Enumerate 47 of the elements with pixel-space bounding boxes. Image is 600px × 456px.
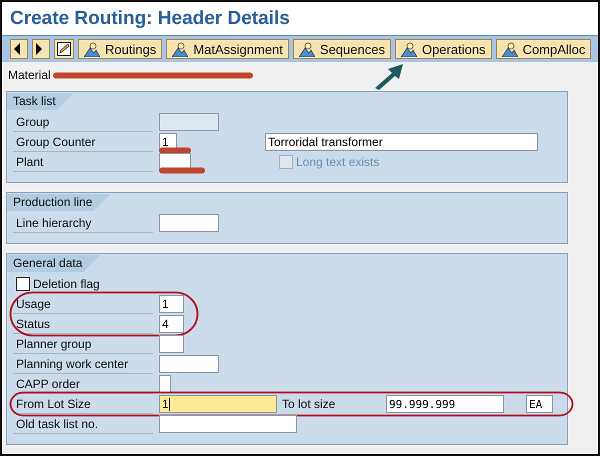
field-label: Group Counter bbox=[13, 132, 153, 152]
section-title: Production line bbox=[7, 194, 110, 211]
text-cursor bbox=[168, 398, 170, 410]
mountain-icon bbox=[502, 42, 518, 56]
forward-button[interactable] bbox=[32, 39, 50, 59]
mountain-icon bbox=[400, 42, 417, 56]
window-title: Create Routing: Header Details bbox=[10, 8, 290, 30]
edit-button[interactable] bbox=[54, 39, 74, 59]
input-field[interactable] bbox=[159, 355, 219, 373]
mountain-icon bbox=[298, 42, 315, 56]
mountain-icon bbox=[172, 42, 188, 56]
field-label: Group bbox=[13, 112, 153, 132]
input-field[interactable]: 99.999.999 bbox=[386, 395, 504, 413]
deletion-flag-checkbox[interactable]: Deletion flag bbox=[13, 277, 100, 291]
field-label: Planning work center bbox=[13, 354, 153, 374]
field-label: Old task list no. bbox=[13, 414, 153, 434]
field-label: From Lot Size bbox=[13, 394, 153, 414]
field-label: Material bbox=[8, 68, 51, 82]
section-title: Task list bbox=[7, 93, 74, 110]
input-field[interactable]: Torroridal transformer bbox=[265, 133, 538, 151]
left-arrow-icon bbox=[13, 43, 21, 55]
field-label: CAPP order bbox=[13, 374, 153, 394]
mountain-icon bbox=[84, 42, 100, 56]
toolbar-button[interactable]: CompAlloc bbox=[496, 39, 592, 59]
input-field[interactable] bbox=[159, 375, 171, 393]
input-field[interactable]: 1 bbox=[159, 395, 277, 413]
back-button[interactable] bbox=[10, 39, 28, 59]
input-field[interactable]: 4 bbox=[159, 315, 184, 333]
toolbar-button[interactable]: Routings bbox=[78, 39, 162, 59]
input-field[interactable] bbox=[159, 214, 219, 232]
input-field[interactable]: 1 bbox=[159, 295, 184, 313]
field-label: Planner group bbox=[13, 334, 153, 354]
field-label: Plant bbox=[13, 152, 153, 172]
field-label: Status bbox=[13, 314, 153, 334]
redaction-mark bbox=[159, 147, 191, 154]
edit-icon bbox=[57, 42, 71, 56]
input-field[interactable] bbox=[159, 415, 297, 433]
right-arrow-icon bbox=[35, 43, 43, 55]
field-label: To lot size bbox=[282, 397, 336, 411]
toolbar-button[interactable]: MatAssignment bbox=[166, 39, 289, 59]
field-label: Line hierarchy bbox=[13, 214, 153, 232]
input-field[interactable] bbox=[159, 335, 184, 353]
input-field[interactable]: EA bbox=[526, 395, 553, 413]
redaction-mark bbox=[159, 167, 205, 174]
section-title: General data bbox=[7, 255, 100, 272]
toolbar-button[interactable]: Sequences bbox=[292, 39, 391, 59]
field-label: Usage bbox=[13, 294, 153, 314]
